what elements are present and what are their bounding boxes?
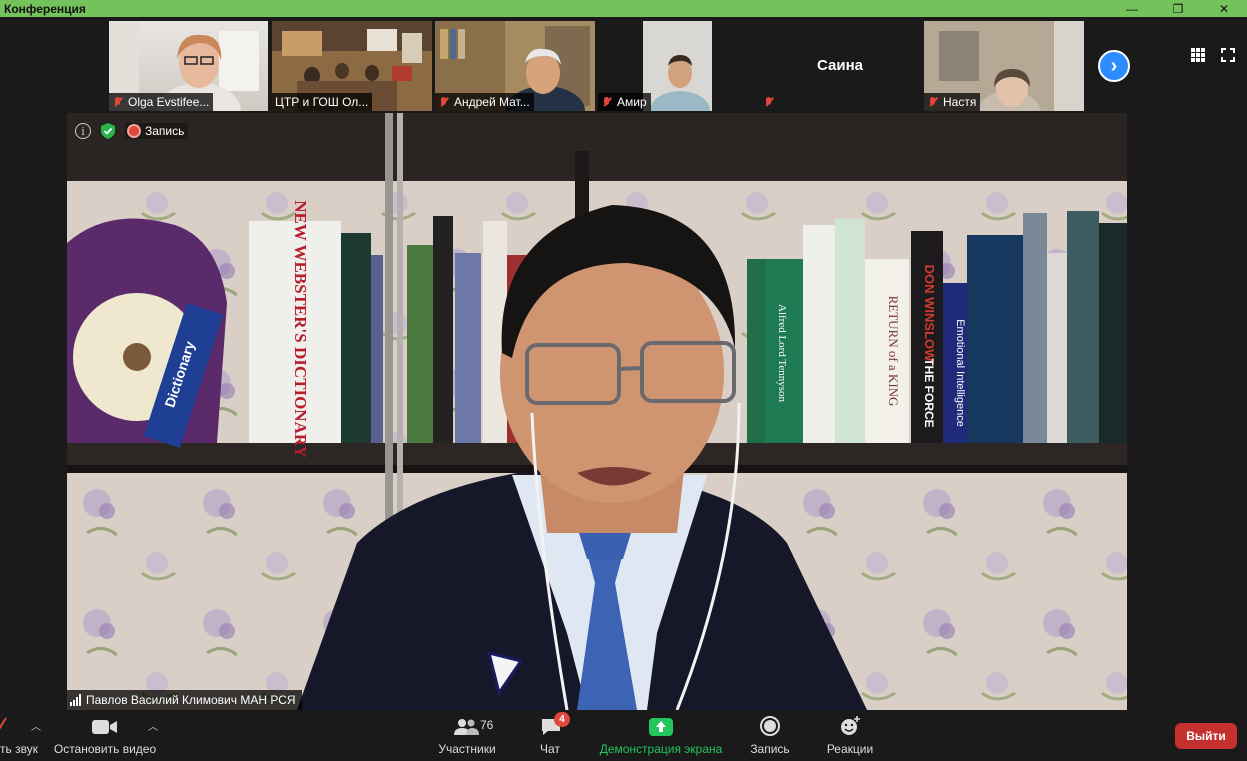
audio-options-caret[interactable]: ︿: [31, 718, 41, 733]
mic-muted-icon: [438, 96, 450, 108]
record-label: Запись: [750, 742, 790, 756]
mic-muted-icon: [763, 96, 775, 108]
participant-name: Настя: [943, 95, 977, 109]
video-camera-icon: [92, 720, 117, 734]
mic-muted-icon: [601, 96, 613, 108]
book-title: RETURN of a KING: [886, 296, 901, 407]
video-label: Остановить видео: [53, 742, 157, 756]
participants-icon: [454, 719, 479, 735]
info-icon[interactable]: i: [75, 123, 91, 139]
share-screen-label: Демонстрация экрана: [599, 742, 723, 756]
mic-muted-icon: [112, 96, 124, 108]
participant-tile[interactable]: Настя: [924, 21, 1084, 111]
chat-label: Чат: [540, 742, 560, 756]
participants-button[interactable]: 76 Участники: [432, 710, 502, 761]
next-page-button[interactable]: ›: [1098, 50, 1130, 82]
book-title: Emotional Intelligence: [954, 319, 966, 427]
window-titlebar: Конференция — ❐ ✕: [0, 0, 1247, 17]
stop-video-button[interactable]: Остановить видео: [52, 710, 158, 761]
audio-label: ть звук: [0, 742, 38, 756]
mic-muted-icon: [927, 96, 939, 108]
gallery-view-icon[interactable]: [1191, 48, 1205, 62]
participant-tile[interactable]: Амир: [598, 21, 712, 111]
meeting-toolbar: ть звук ︿ Остановить видео ︿ 76 Участник…: [0, 710, 1247, 761]
minimize-button[interactable]: —: [1109, 0, 1155, 17]
speaker-name: Павлов Василий Климович МАН РСЯ: [86, 693, 296, 707]
participant-tile[interactable]: Olga Evstifee...: [109, 21, 268, 111]
book-title: Alfred Lord Tennyson: [776, 304, 788, 403]
participant-name-center: Саина: [817, 57, 863, 74]
video-options-caret[interactable]: ︿: [148, 718, 158, 733]
mic-muted-icon: [0, 717, 7, 730]
record-button[interactable]: Запись: [744, 710, 796, 761]
participant-tile[interactable]: Саина: [760, 21, 920, 111]
recording-indicator[interactable]: Запись: [125, 123, 189, 139]
close-button[interactable]: ✕: [1201, 0, 1247, 17]
recording-label: Запись: [145, 124, 185, 138]
encryption-shield-icon[interactable]: [101, 123, 115, 139]
restore-button[interactable]: ❐: [1155, 0, 1201, 17]
speaker-name-label: Павлов Василий Климович МАН РСЯ: [67, 690, 302, 710]
participants-count: 76: [480, 718, 494, 732]
share-screen-icon: [649, 718, 673, 736]
participant-strip: Olga Evstifee... ЦТР и ГОШ Ол... Андрей …: [0, 17, 1247, 113]
record-dot-icon: [129, 126, 139, 136]
book-title: NEW WEBSTER'S DICTIONARY: [291, 200, 310, 458]
leave-button[interactable]: Выйти: [1175, 723, 1237, 749]
reactions-button[interactable]: Реакции: [822, 710, 878, 761]
participants-label: Участники: [438, 742, 496, 756]
chat-button[interactable]: 4 Чат: [530, 710, 570, 761]
speaker-video-frame: Dictionary NEW WEBSTER'S DICTIONARY Alfr…: [67, 113, 1127, 710]
record-icon: [760, 716, 780, 736]
window-title: Конференция: [4, 1, 86, 16]
reactions-label: Реакции: [826, 742, 874, 756]
chat-unread-badge: 4: [554, 712, 570, 727]
fullscreen-icon[interactable]: [1221, 48, 1235, 62]
participant-name: Амир: [617, 95, 647, 109]
share-screen-button[interactable]: Демонстрация экрана: [596, 710, 726, 761]
participant-name: ЦТР и ГОШ Ол...: [275, 95, 369, 109]
book-title: DON WINSLOW: [922, 265, 937, 362]
smiley-plus-icon: [841, 716, 860, 735]
signal-strength-icon: [70, 694, 81, 706]
participant-tile[interactable]: Андрей Мат...: [435, 21, 595, 111]
participant-tile[interactable]: ЦТР и ГОШ Ол...: [272, 21, 432, 111]
book-title: THE FORCE: [922, 358, 936, 427]
participant-name: Olga Evstifee...: [128, 95, 210, 109]
active-speaker-video[interactable]: Dictionary NEW WEBSTER'S DICTIONARY Alfr…: [67, 113, 1127, 710]
participant-name: Андрей Мат...: [454, 95, 530, 109]
